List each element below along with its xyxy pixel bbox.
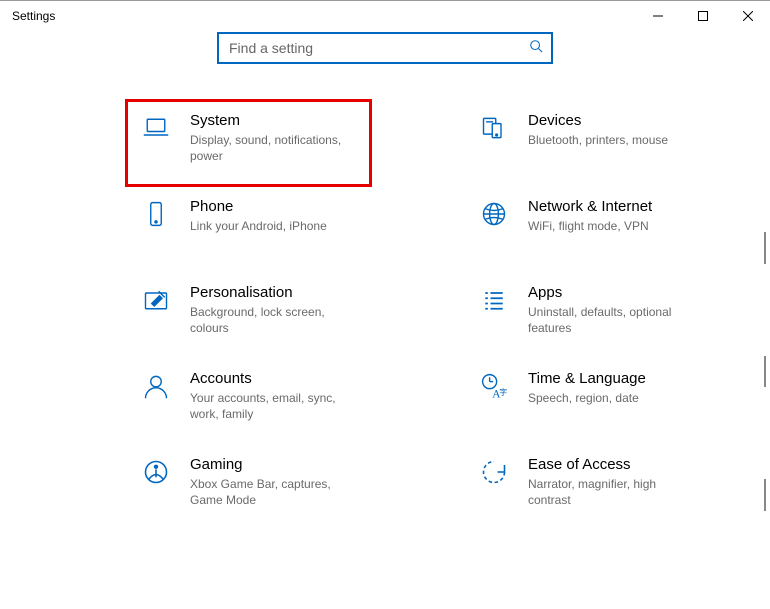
tile-desc: Bluetooth, printers, mouse: [528, 132, 697, 148]
globe-icon: [478, 200, 510, 232]
tile-desc: Display, sound, notifications, power: [190, 132, 359, 164]
tile-system[interactable]: System Display, sound, notifications, po…: [126, 100, 371, 186]
scrollbar[interactable]: [760, 232, 768, 603]
tile-phone[interactable]: Phone Link your Android, iPhone: [126, 186, 371, 272]
window-controls: [635, 1, 770, 30]
tile-ease-of-access[interactable]: Ease of Access Narrator, magnifier, high…: [464, 444, 709, 530]
tile-accounts[interactable]: Accounts Your accounts, email, sync, wor…: [126, 358, 371, 444]
tile-personalisation[interactable]: Personalisation Background, lock screen,…: [126, 272, 371, 358]
svg-text:字: 字: [499, 387, 507, 397]
close-button[interactable]: [725, 1, 770, 31]
settings-grid: System Display, sound, notifications, po…: [0, 100, 770, 530]
tile-desc: Background, lock screen, colours: [190, 304, 359, 336]
tile-desc: Narrator, magnifier, high contrast: [528, 476, 697, 508]
tile-desc: Speech, region, date: [528, 390, 697, 406]
tile-title: System: [190, 112, 359, 130]
tile-title: Time & Language: [528, 370, 697, 388]
search-icon: [529, 39, 543, 58]
minimize-button[interactable]: [635, 1, 680, 31]
tile-title: Ease of Access: [528, 456, 697, 474]
ease-of-access-icon: [478, 458, 510, 490]
tile-desc: Your accounts, email, sync, work, family: [190, 390, 359, 422]
tile-network[interactable]: Network & Internet WiFi, flight mode, VP…: [464, 186, 709, 272]
person-icon: [140, 372, 172, 404]
tile-title: Accounts: [190, 370, 359, 388]
search-box[interactable]: [217, 32, 553, 64]
tile-desc: Xbox Game Bar, captures, Game Mode: [190, 476, 359, 508]
tile-title: Devices: [528, 112, 697, 130]
tile-desc: Link your Android, iPhone: [190, 218, 359, 234]
content-area: System Display, sound, notifications, po…: [0, 32, 770, 530]
tile-title: Phone: [190, 198, 359, 216]
maximize-button[interactable]: [680, 1, 725, 31]
phone-icon: [140, 200, 172, 232]
time-language-icon: A 字: [478, 372, 510, 404]
tile-apps[interactable]: Apps Uninstall, defaults, optional featu…: [464, 272, 709, 358]
gaming-icon: [140, 458, 172, 490]
laptop-icon: [140, 114, 172, 146]
tile-devices[interactable]: Devices Bluetooth, printers, mouse: [464, 100, 709, 186]
search-input[interactable]: [227, 39, 529, 57]
window-title: Settings: [12, 9, 55, 23]
tile-title: Apps: [528, 284, 697, 302]
tile-gaming[interactable]: Gaming Xbox Game Bar, captures, Game Mod…: [126, 444, 371, 530]
brush-icon: [140, 286, 172, 318]
devices-icon: [478, 114, 510, 146]
tile-time-language[interactable]: A 字 Time & Language Speech, region, date: [464, 358, 709, 444]
tile-title: Network & Internet: [528, 198, 697, 216]
tile-desc: Uninstall, defaults, optional features: [528, 304, 697, 336]
tile-desc: WiFi, flight mode, VPN: [528, 218, 697, 234]
tile-title: Gaming: [190, 456, 359, 474]
apps-icon: [478, 286, 510, 318]
titlebar: Settings: [0, 0, 770, 30]
tile-title: Personalisation: [190, 284, 359, 302]
